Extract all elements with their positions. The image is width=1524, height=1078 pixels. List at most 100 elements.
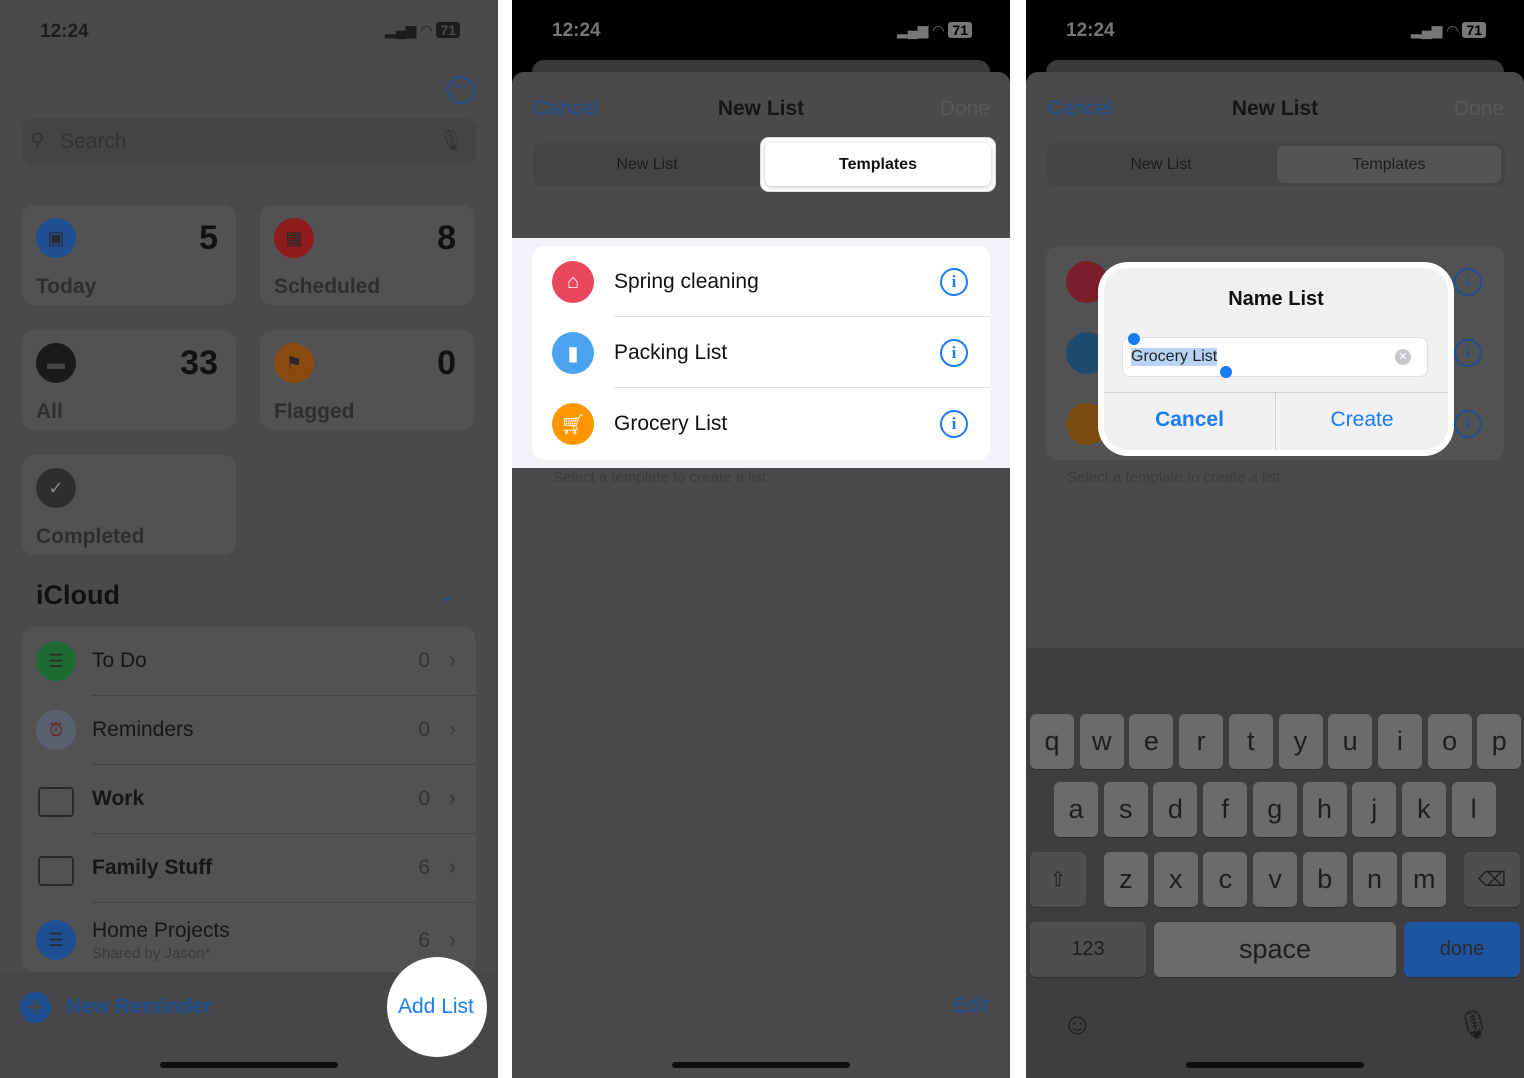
space-key[interactable]: space <box>1154 922 1396 977</box>
chevron-right-icon: › <box>448 647 456 672</box>
today-label: Today <box>36 275 97 298</box>
done-key[interactable]: done <box>1404 922 1520 977</box>
list-item-reminders[interactable]: ⏰︎ Reminders 0 › <box>22 696 476 765</box>
done-button[interactable]: Done <box>940 97 990 121</box>
selection-handle-start[interactable] <box>1128 333 1140 345</box>
key-k[interactable]: k <box>1401 782 1446 837</box>
icloud-section-title: iCloud <box>36 580 120 610</box>
chevron-down-icon[interactable]: ⌄ <box>438 582 455 607</box>
sheet-title: New List <box>717 97 805 120</box>
list-name-field[interactable]: Grocery List ✕ <box>1122 333 1428 378</box>
dialog-title: Name List <box>1228 288 1324 310</box>
template-grocery-list[interactable]: 🛒︎ Grocery List i <box>532 388 990 459</box>
smart-list-flagged[interactable]: ⚑ 0 Flagged <box>260 330 474 430</box>
key-l[interactable]: l <box>1451 782 1496 837</box>
list-item-work[interactable]: Work 0 › <box>22 765 476 834</box>
numbers-key[interactable]: 123 <box>1030 922 1146 977</box>
clear-text-icon[interactable]: ✕ <box>1395 349 1411 365</box>
segment-new-list[interactable]: New List <box>1047 156 1275 174</box>
search-input[interactable]: ⚲ Search 🎙︎ <box>22 118 476 165</box>
key-n[interactable]: n <box>1352 852 1397 907</box>
key-m[interactable]: m <box>1402 852 1447 907</box>
add-list-button[interactable]: Add List <box>398 995 474 1019</box>
template-name: Grocery List <box>614 412 728 435</box>
key-w[interactable]: w <box>1079 714 1124 769</box>
chevron-right-icon: › <box>448 785 456 810</box>
all-count: 33 <box>180 344 218 382</box>
microphone-icon[interactable]: 🎙︎ <box>439 128 464 153</box>
info-icon[interactable]: i <box>940 268 968 296</box>
key-r[interactable]: r <box>1179 714 1224 769</box>
keyboard: q w e r t y u i o p a s d f g h j k l z x c v b n m ⇧ ⌫ 123 space done… <box>1026 648 1524 1078</box>
dictation-microphone-icon[interactable]: 🎙︎ <box>1456 1008 1492 1041</box>
segment-templates[interactable]: Templates <box>1277 146 1501 183</box>
stack-icon <box>38 856 74 886</box>
sheet <box>512 72 1010 1078</box>
segment-new-list[interactable]: New List <box>533 156 761 174</box>
key-j[interactable]: j <box>1352 782 1397 837</box>
dialog-cancel-button[interactable]: Cancel <box>1104 408 1275 432</box>
name-list-dialog-panel: 12:24 ▂▄▆ ◠ 71 Cancel New List Done New … <box>1026 0 1524 1078</box>
emoji-icon[interactable]: ☺ <box>1062 1008 1093 1042</box>
smart-list-today[interactable]: ▣ 5 Today <box>22 205 236 305</box>
key-i[interactable]: i <box>1377 714 1422 769</box>
home-indicator <box>672 1062 850 1068</box>
key-e[interactable]: e <box>1129 714 1174 769</box>
plus-circle-icon[interactable]: + <box>20 992 51 1023</box>
key-g[interactable]: g <box>1252 782 1297 837</box>
signal-icon: ▂▄▆ <box>385 22 417 38</box>
battery-icon: 71 <box>436 22 461 38</box>
flagged-count: 0 <box>437 344 456 382</box>
segment-templates[interactable]: Templates <box>761 138 995 191</box>
key-v[interactable]: v <box>1253 852 1298 907</box>
key-y[interactable]: y <box>1278 714 1323 769</box>
list-item-family-stuff[interactable]: Family Stuff 6 › <box>22 834 476 903</box>
key-f[interactable]: f <box>1203 782 1248 837</box>
list-name: Family Stuff <box>92 856 213 879</box>
list-item-home-projects[interactable]: ☰ Home Projects Shared by Jason* 6 › <box>22 903 476 972</box>
info-icon[interactable]: i <box>1454 339 1482 367</box>
key-h[interactable]: h <box>1302 782 1347 837</box>
home-indicator <box>1186 1062 1364 1068</box>
key-a[interactable]: a <box>1054 782 1098 837</box>
shift-key[interactable]: ⇧ <box>1030 852 1086 907</box>
name-list-dialog: Name List Grocery List ✕ Cancel Create <box>1104 268 1448 450</box>
status-icons: ▂▄▆ ◠ 71 <box>1411 22 1487 39</box>
list-icon: ☰ <box>36 641 76 681</box>
key-d[interactable]: d <box>1153 782 1198 837</box>
chevron-right-icon: › <box>448 854 456 879</box>
key-o[interactable]: o <box>1427 714 1472 769</box>
key-q[interactable]: q <box>1030 714 1074 769</box>
info-icon[interactable]: i <box>940 339 968 367</box>
key-t[interactable]: t <box>1228 714 1273 769</box>
edit-button[interactable]: Edit <box>953 994 989 1018</box>
new-reminder-button[interactable]: New Reminder <box>66 995 212 1019</box>
key-s[interactable]: s <box>1103 782 1148 837</box>
info-icon[interactable]: i <box>940 410 968 438</box>
template-name: Spring cleaning <box>614 270 759 293</box>
more-options-icon[interactable]: ··· <box>447 76 475 104</box>
template-packing-list[interactable]: ▮ Packing List i <box>532 317 990 388</box>
smart-list-scheduled[interactable]: ▦ 8 Scheduled <box>260 205 474 305</box>
template-spring-cleaning[interactable]: ⌂ Spring cleaning i <box>532 246 990 317</box>
key-p[interactable]: p <box>1477 714 1522 769</box>
done-button[interactable]: Done <box>1454 97 1504 121</box>
cart-icon: 🛒︎ <box>552 403 594 445</box>
dialog-create-button[interactable]: Create <box>1276 408 1448 432</box>
key-u[interactable]: u <box>1328 714 1373 769</box>
all-label: All <box>36 400 63 423</box>
key-c[interactable]: c <box>1203 852 1248 907</box>
delete-key[interactable]: ⌫ <box>1464 852 1520 907</box>
list-item-to-do[interactable]: ☰ To Do 0 › <box>22 627 476 696</box>
selection-handle-end[interactable] <box>1220 366 1232 378</box>
key-x[interactable]: x <box>1153 852 1198 907</box>
smart-list-completed[interactable]: ✓ Completed <box>22 455 236 555</box>
info-icon[interactable]: i <box>1454 410 1482 438</box>
smart-list-all[interactable]: ▬ 33 All <box>22 330 236 430</box>
key-z[interactable]: z <box>1104 852 1148 907</box>
list-name: Reminders <box>92 718 194 741</box>
info-icon[interactable]: i <box>1454 268 1482 296</box>
templates-footer: Select a template to create a list. <box>553 469 771 486</box>
chevron-right-icon: › <box>448 716 456 741</box>
key-b[interactable]: b <box>1302 852 1347 907</box>
